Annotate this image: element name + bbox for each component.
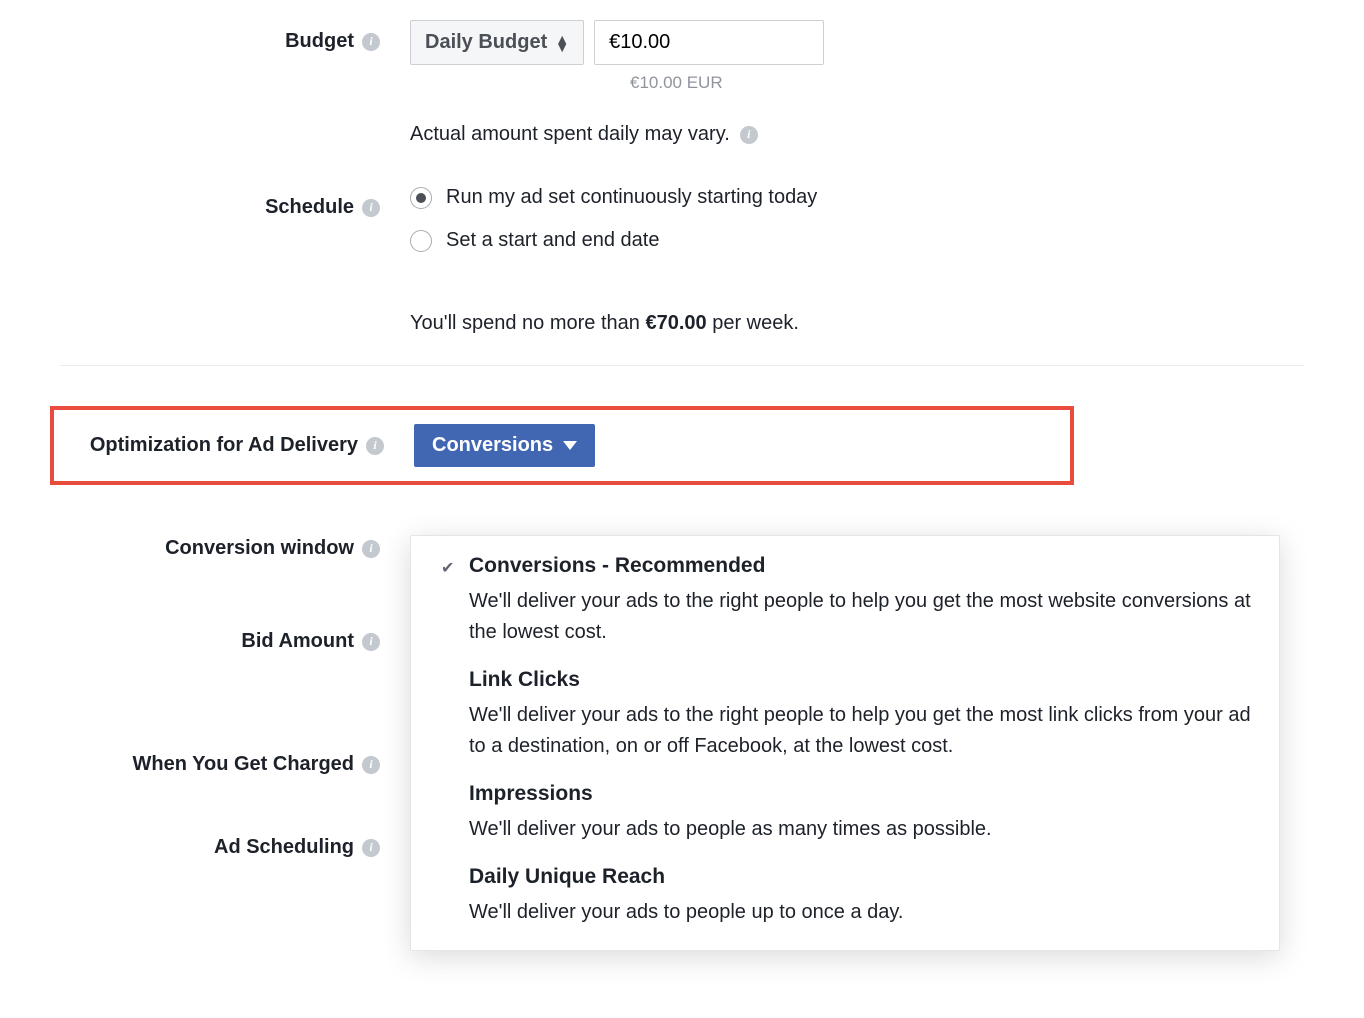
schedule-label-text: Schedule [265, 196, 354, 219]
budget-row: Budget i Daily Budget ▲▼ €10.00 EUR [60, 20, 1304, 93]
option-desc: We'll deliver your ads to the right peop… [469, 700, 1251, 762]
budget-amount-input[interactable] [594, 20, 824, 65]
info-icon[interactable]: i [362, 633, 380, 651]
when-charged-label: When You Get Charged [133, 753, 355, 776]
caret-down-icon [563, 441, 577, 450]
option-desc: We'll deliver your ads to the right peop… [469, 586, 1251, 648]
option-title: Impressions [469, 782, 1251, 806]
budget-note-text: Actual amount spent daily may vary. [410, 123, 730, 146]
optimization-dropdown-button[interactable]: Conversions [414, 424, 595, 467]
option-title: Conversions - Recommended [469, 554, 1251, 578]
info-icon[interactable]: i [362, 33, 380, 51]
optimization-label-text: Optimization for Ad Delivery [90, 434, 358, 457]
spend-summary-prefix: You'll spend no more than [410, 312, 645, 334]
option-title: Link Clicks [469, 668, 1251, 692]
budget-type-label: Daily Budget [425, 31, 547, 54]
schedule-option-continuous[interactable]: Run my ad set continuously starting toda… [410, 186, 1304, 209]
check-icon: ✔ [441, 558, 454, 578]
info-icon[interactable]: i [362, 199, 380, 217]
radio-icon[interactable] [410, 230, 432, 252]
info-icon[interactable]: i [740, 126, 758, 144]
schedule-option-range[interactable]: Set a start and end date [410, 229, 1304, 252]
updown-icon: ▲▼ [555, 35, 569, 51]
divider [60, 365, 1304, 366]
budget-type-select[interactable]: Daily Budget ▲▼ [410, 20, 584, 65]
schedule-row: Schedule i Run my ad set continuously st… [60, 186, 1304, 272]
optimization-dropdown-panel[interactable]: ✔ Conversions - Recommended We'll delive… [410, 535, 1280, 951]
radio-icon[interactable] [410, 187, 432, 209]
spend-summary-amount: €70.00 [645, 312, 706, 334]
option-title: Daily Unique Reach [469, 865, 1251, 889]
spend-summary-suffix: per week. [707, 312, 799, 334]
info-icon[interactable]: i [362, 756, 380, 774]
budget-controls: Daily Budget ▲▼ €10.00 EUR [410, 20, 1304, 93]
option-desc: We'll deliver your ads to people as many… [469, 814, 1251, 845]
optimization-option-impressions[interactable]: Impressions We'll deliver your ads to pe… [439, 782, 1251, 845]
budget-label: Budget i [60, 20, 410, 53]
optimization-label: Optimization for Ad Delivery i [54, 424, 414, 457]
conversion-window-label: Conversion window [165, 537, 354, 560]
info-icon[interactable]: i [362, 540, 380, 558]
bid-amount-label: Bid Amount [241, 630, 354, 653]
schedule-label: Schedule i [60, 186, 410, 219]
option-desc: We'll deliver your ads to people up to o… [469, 897, 1251, 928]
optimization-option-conversions[interactable]: ✔ Conversions - Recommended We'll delive… [439, 554, 1251, 648]
spend-summary: You'll spend no more than €70.00 per wee… [410, 312, 1304, 335]
optimization-button-label: Conversions [432, 434, 553, 457]
optimization-highlight: Optimization for Ad Delivery i Conversio… [50, 406, 1074, 485]
ad-scheduling-label: Ad Scheduling [214, 836, 354, 859]
schedule-option-label: Set a start and end date [446, 229, 660, 252]
info-icon[interactable]: i [366, 437, 384, 455]
schedule-options: Run my ad set continuously starting toda… [410, 186, 1304, 272]
optimization-option-daily-unique-reach[interactable]: Daily Unique Reach We'll deliver your ad… [439, 865, 1251, 928]
optimization-option-link-clicks[interactable]: Link Clicks We'll deliver your ads to th… [439, 668, 1251, 762]
budget-amount-subtext: €10.00 EUR [630, 73, 1304, 93]
rows-under-dropdown: Conversion window i Bid Amount i When Yo… [60, 537, 1304, 859]
budget-label-text: Budget [285, 30, 354, 53]
budget-note: Actual amount spent daily may vary. i [410, 123, 1304, 146]
schedule-option-label: Run my ad set continuously starting toda… [446, 186, 817, 209]
info-icon[interactable]: i [362, 839, 380, 857]
